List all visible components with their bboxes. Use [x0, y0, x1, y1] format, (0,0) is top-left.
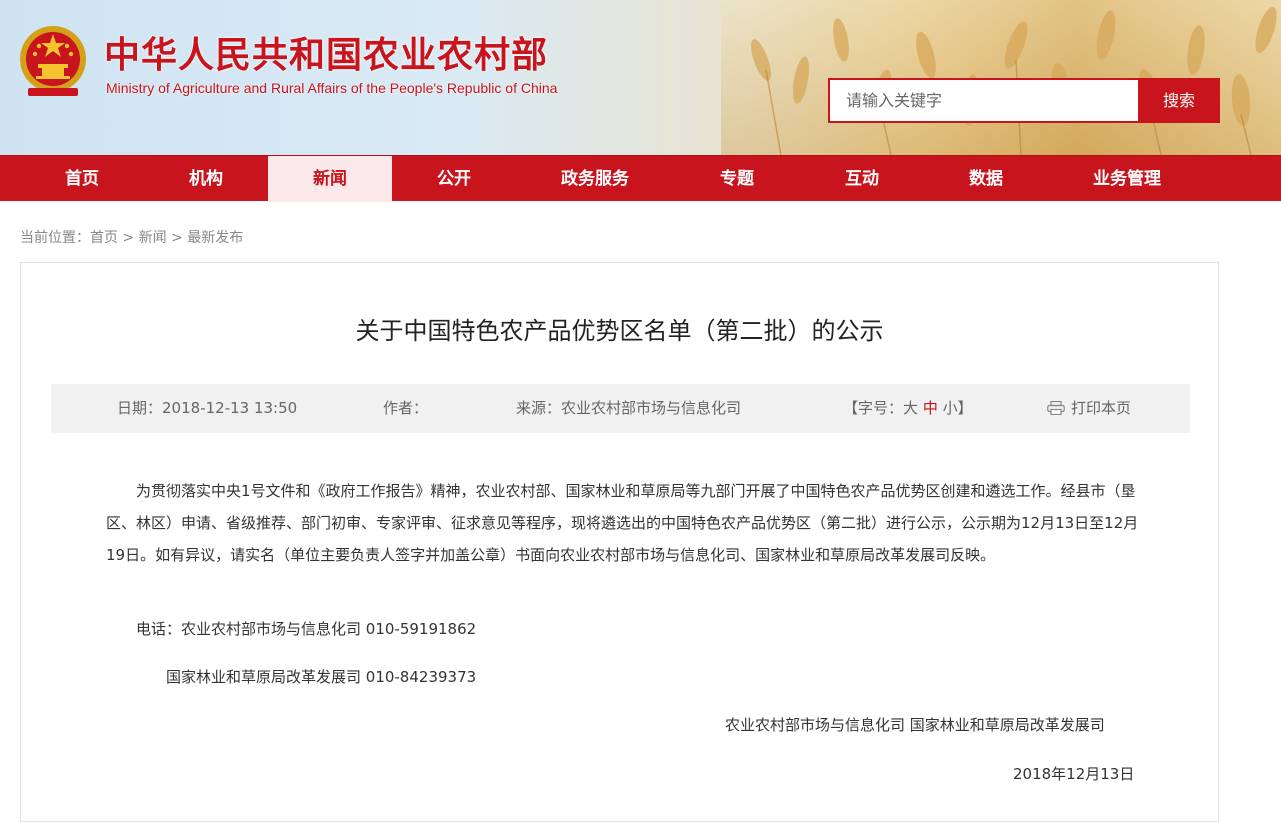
nav-item-interaction[interactable]: 互动 [800, 156, 924, 202]
breadcrumb-separator: > [122, 230, 135, 246]
search-button[interactable]: 搜索 [1138, 78, 1220, 123]
meta-author-label: 作者： [383, 399, 429, 417]
search-input[interactable] [830, 80, 1138, 121]
breadcrumb-link-home[interactable]: 首页 [90, 230, 118, 246]
nav-item-topics[interactable]: 专题 [674, 156, 800, 202]
breadcrumb-prefix: 当前位置： [20, 230, 90, 246]
print-button[interactable]: 打印本页 [1047, 384, 1131, 433]
signature-orgs: 农业农村部市场与信息化司 国家林业和草原局改革发展司 [725, 716, 1105, 734]
breadcrumb: 当前位置：首页 > 新闻 > 最新发布 [20, 227, 243, 247]
font-size-medium[interactable]: 中 [923, 399, 938, 417]
nav-item-government-services[interactable]: 政务服务 [516, 156, 674, 202]
meta-source: 来源：农业农村部市场与信息化司 [516, 384, 741, 433]
site-header: 中华人民共和国农业农村部 Ministry of Agriculture and… [0, 0, 1281, 155]
article-meta-bar: 日期：2018-12-13 13:50 作者： 来源：农业农村部市场与信息化司 … [51, 384, 1190, 433]
font-size-close: 】 [957, 399, 973, 417]
nav-item-business-management[interactable]: 业务管理 [1048, 156, 1206, 202]
nav-item-data[interactable]: 数据 [924, 156, 1048, 202]
font-size-small[interactable]: 小 [943, 399, 958, 417]
font-size-large[interactable]: 大 [903, 399, 918, 417]
site-subtitle: Ministry of Agriculture and Rural Affair… [106, 80, 558, 96]
site-title[interactable]: 中华人民共和国农业农村部 [104, 26, 548, 78]
article-title: 关于中国特色农产品优势区名单（第二批）的公示 [355, 317, 884, 345]
meta-author: 作者： [383, 384, 428, 433]
article-body: 为贯彻落实中央1号文件和《政府工作报告》精神，农业农村部、国家林业和草原局等九部… [106, 475, 1152, 571]
main-nav: 首页 机构 新闻 公开 政务服务 专题 互动 数据 业务管理 [0, 155, 1281, 202]
signature-date: 2018年12月13日 [1013, 765, 1135, 783]
article-paragraph: 为贯彻落实中央1号文件和《政府工作报告》精神，农业农村部、国家林业和草原局等九部… [106, 482, 1139, 564]
contact-phone-2: 国家林业和草原局改革发展司 010-84239373 [166, 668, 477, 686]
printer-icon [1047, 400, 1065, 416]
search-box: 搜索 [828, 78, 1220, 123]
breadcrumb-link-latest[interactable]: 最新发布 [187, 230, 243, 246]
font-size-switcher: 【字号：大 中 小】 [843, 384, 973, 433]
meta-source-label: 来源： [516, 399, 562, 417]
nav-item-public[interactable]: 公开 [392, 156, 516, 202]
breadcrumb-separator: > [171, 230, 183, 246]
national-emblem-icon[interactable] [18, 24, 88, 98]
meta-source-value: 农业农村部市场与信息化司 [561, 399, 742, 417]
breadcrumb-link-news[interactable]: 新闻 [139, 230, 167, 246]
article-container: 关于中国特色农产品优势区名单（第二批）的公示 日期：2018-12-13 13:… [20, 262, 1219, 822]
nav-item-organization[interactable]: 机构 [144, 156, 268, 202]
meta-date: 日期：2018-12-13 13:50 [117, 384, 297, 433]
print-label: 打印本页 [1071, 399, 1132, 417]
nav-item-home[interactable]: 首页 [20, 156, 144, 202]
nav-item-news[interactable]: 新闻 [268, 156, 392, 202]
font-size-label: 【字号： [843, 399, 904, 417]
meta-date-value: 2018-12-13 13:50 [162, 399, 298, 417]
contact-phone-1: 电话：农业农村部市场与信息化司 010-59191862 [136, 620, 477, 638]
meta-date-label: 日期： [117, 399, 163, 417]
